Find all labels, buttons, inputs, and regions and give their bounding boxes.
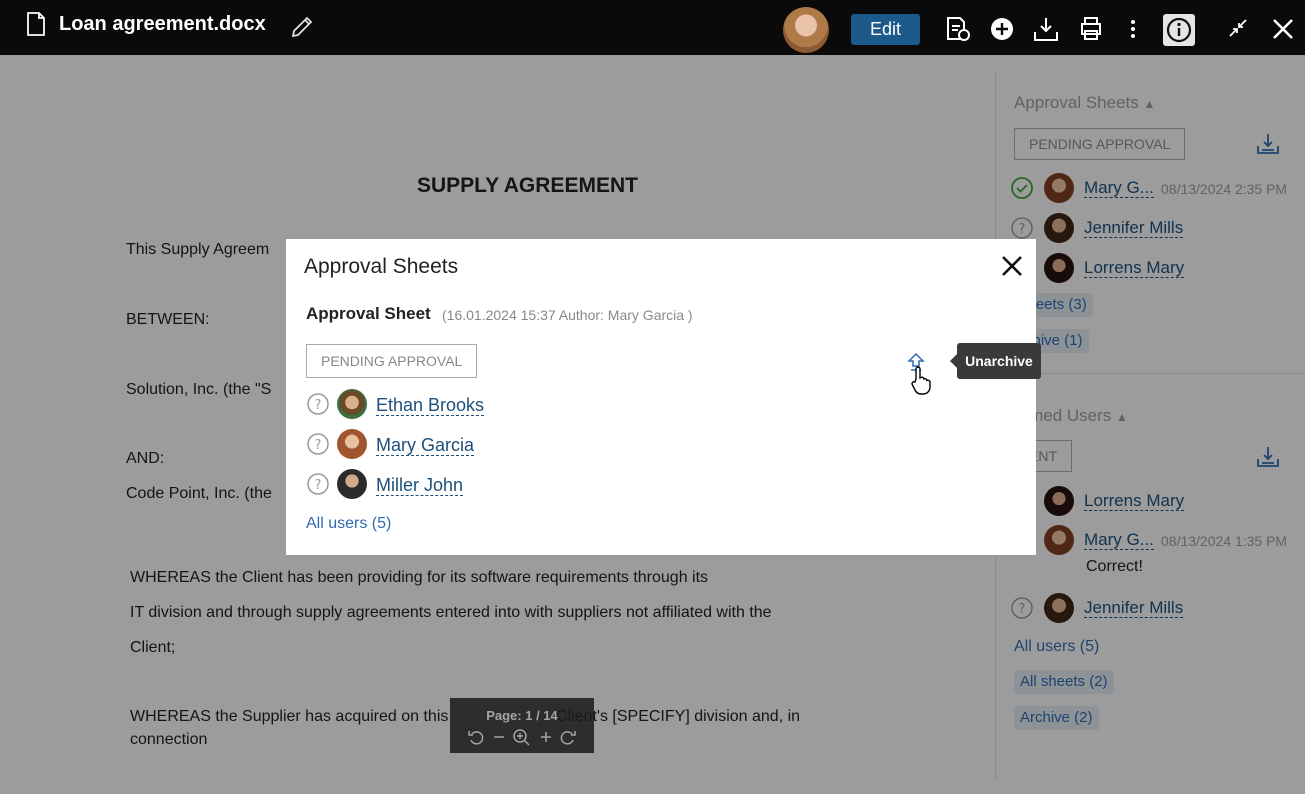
svg-text:?: ?	[315, 398, 322, 413]
download-icon[interactable]	[1032, 15, 1060, 43]
sheet-user-row: ? Miller John	[306, 469, 706, 501]
hand-cursor-icon	[911, 366, 931, 395]
avatar[interactable]	[783, 7, 829, 53]
question-circle-icon: ?	[307, 433, 329, 455]
sheet-status-badge: PENDING APPROVAL	[306, 344, 478, 378]
close-icon[interactable]	[1269, 15, 1297, 43]
pencil-icon[interactable]	[289, 14, 315, 40]
avatar	[337, 389, 367, 419]
user-name-link[interactable]: Ethan Brooks	[376, 395, 485, 416]
top-bar: Loan agreement.docx Edit	[0, 0, 1305, 55]
document-title: Loan agreement.docx	[59, 13, 266, 35]
collapse-icon[interactable]	[1225, 15, 1253, 43]
info-icon	[1166, 17, 1192, 43]
more-icon[interactable]	[1120, 15, 1148, 43]
svg-text:?: ?	[315, 438, 322, 453]
sheet-title: Approval Sheet	[306, 304, 431, 323]
edit-button[interactable]: Edit	[851, 14, 920, 45]
sheet-user-row: ? Ethan Brooks	[306, 389, 706, 421]
add-icon[interactable]	[988, 15, 1016, 43]
all-users-link[interactable]: All users (5)	[306, 515, 391, 533]
print-icon[interactable]	[1077, 15, 1105, 43]
user-name-link[interactable]: Miller John	[376, 475, 464, 496]
avatar	[337, 469, 367, 499]
close-icon[interactable]	[1000, 254, 1024, 278]
dialog-title: Approval Sheets	[304, 255, 459, 278]
sheet-user-row: ? Mary Garcia	[306, 429, 706, 461]
avatar	[337, 429, 367, 459]
question-circle-icon: ?	[307, 473, 329, 495]
approval-sheets-dialog: Approval Sheets Approval Sheet (16.01.20…	[286, 239, 1036, 555]
question-circle-icon: ?	[307, 393, 329, 415]
user-name-link[interactable]: Mary Garcia	[376, 435, 475, 456]
approval-sheet-icon[interactable]	[944, 15, 972, 43]
unarchive-tooltip: Unarchive	[950, 343, 1041, 379]
info-toggle[interactable]	[1163, 14, 1195, 46]
file-icon	[27, 12, 45, 36]
svg-text:?: ?	[315, 478, 322, 493]
sheet-meta: (16.01.2024 15:37 Author: Mary Garcia )	[442, 307, 693, 323]
